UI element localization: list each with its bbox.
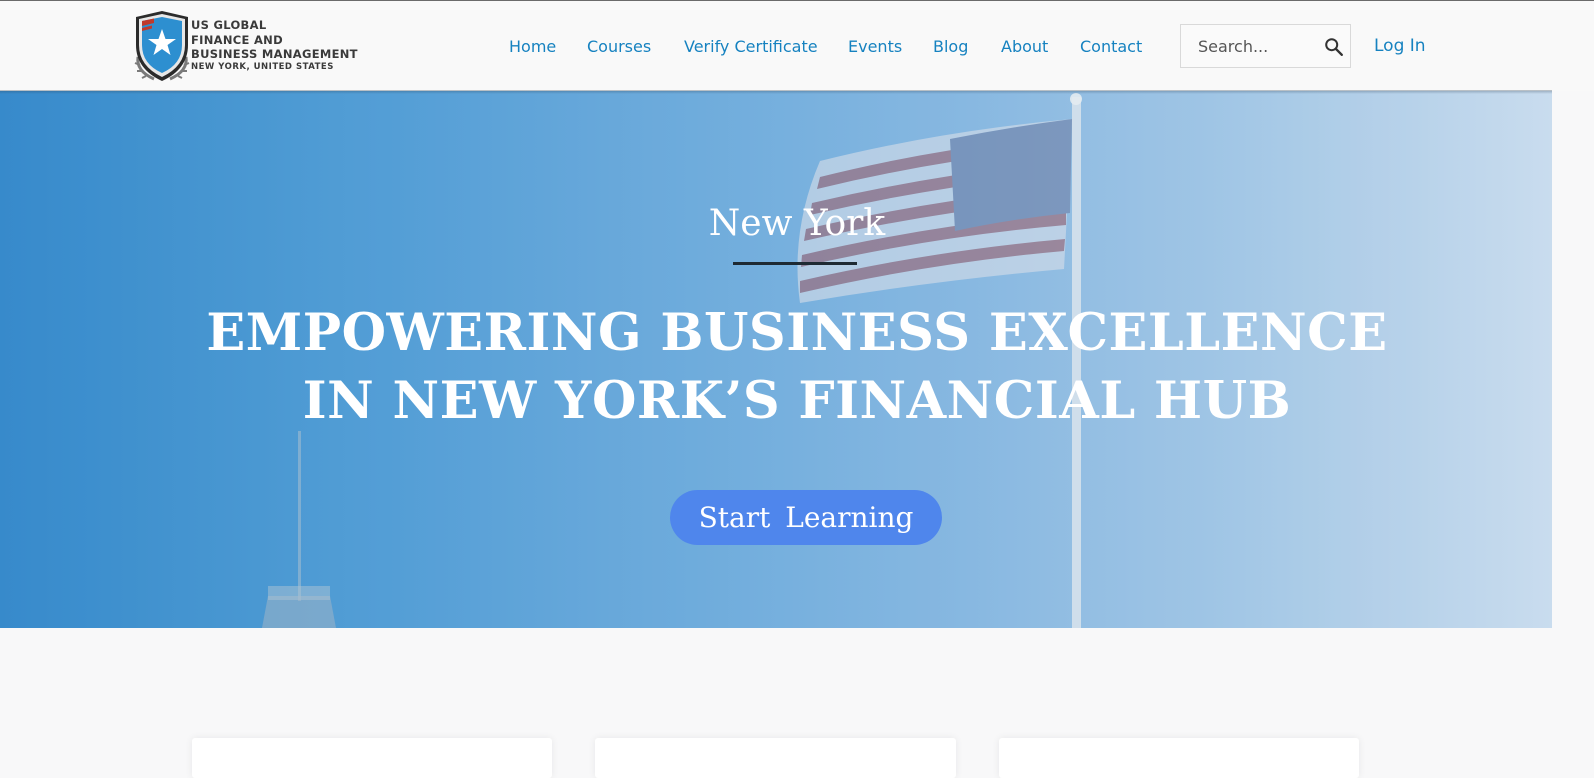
site-header: US GLOBAL FINANCE AND BUSINESS MANAGEMEN… — [0, 1, 1594, 91]
feature-card-2[interactable] — [595, 738, 956, 778]
brand-line-2: FINANCE AND — [191, 32, 283, 47]
nav-item-verify-certificate[interactable]: Verify Certificate — [684, 37, 818, 56]
login-link[interactable]: Log In — [1374, 36, 1426, 56]
nav-item-about[interactable]: About — [1001, 37, 1048, 56]
feature-card-3[interactable] — [999, 738, 1359, 778]
nav-item-courses[interactable]: Courses — [587, 37, 651, 56]
hero-banner: New York EMPOWERING BUSINESS EXCELLENCE … — [0, 91, 1552, 628]
hero-title-line-2: IN NEW YORK’S FINANCIAL HUB — [302, 371, 1292, 431]
hero-title-line-1: EMPOWERING BUSINESS EXCELLENCE — [206, 303, 1388, 363]
start-learning-button[interactable]: Start Learning — [670, 490, 942, 545]
hero-title: EMPOWERING BUSINESS EXCELLENCE IN NEW YO… — [0, 299, 1552, 435]
nav-item-events[interactable]: Events — [848, 37, 902, 56]
brand-location: NEW YORK, UNITED STATES — [191, 61, 334, 72]
search-input[interactable] — [1181, 25, 1316, 67]
brand-line-1: US GLOBAL — [191, 18, 267, 32]
hero-divider — [733, 262, 857, 265]
nav-item-contact[interactable]: Contact — [1080, 37, 1142, 56]
feature-card-1[interactable] — [192, 738, 552, 778]
hero-subtitle: New York — [708, 203, 886, 244]
search-box — [1180, 24, 1351, 68]
search-icon[interactable] — [1323, 36, 1345, 58]
nav-item-blog[interactable]: Blog — [933, 37, 968, 56]
header-shadow — [0, 90, 1552, 94]
brand-line-3: BUSINESS MANAGEMENT — [191, 47, 358, 61]
brand-wordmark[interactable]: US GLOBAL FINANCE AND BUSINESS MANAGEMEN… — [191, 18, 358, 73]
nav-item-home[interactable]: Home — [509, 37, 556, 56]
page-gutter — [1552, 91, 1594, 628]
